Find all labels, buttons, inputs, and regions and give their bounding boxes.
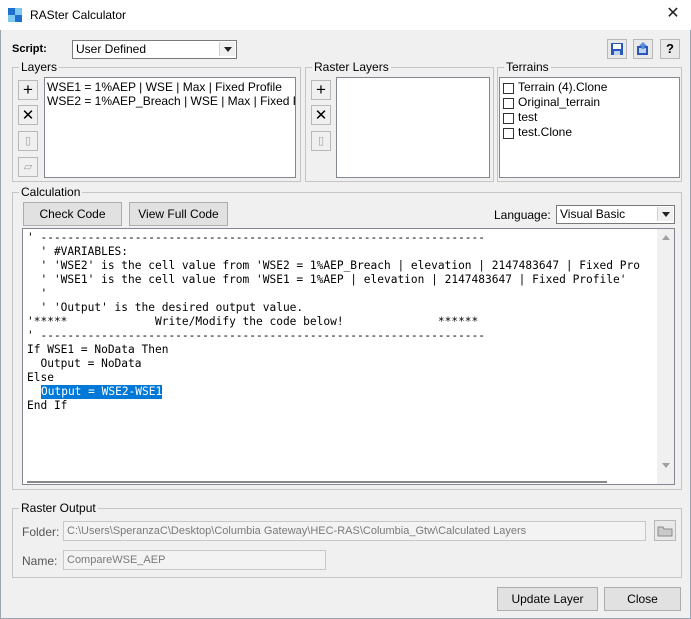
script-label: Script:: [12, 43, 47, 55]
terrain-checkbox[interactable]: [503, 83, 514, 94]
update-layer-button[interactable]: Update Layer: [497, 587, 598, 611]
code-horizontal-scrollbar[interactable]: [27, 481, 607, 483]
name-label: Name:: [22, 554, 58, 568]
save-icon: [611, 43, 623, 55]
browse-folder-button[interactable]: [654, 520, 676, 541]
raster-properties-button[interactable]: ▯: [311, 131, 331, 151]
code-vertical-scrollbar[interactable]: [657, 229, 674, 484]
name-field-value: CompareWSE_AEP: [67, 554, 166, 566]
remove-layer-button[interactable]: ✕: [18, 105, 38, 125]
name-field[interactable]: CompareWSE_AEP: [63, 550, 326, 570]
language-label: Language:: [494, 208, 551, 222]
close-button[interactable]: Close: [604, 587, 681, 611]
terrain-item: test.Clone: [518, 125, 573, 139]
code-line: ' --------------------------------------…: [27, 231, 486, 244]
code-line: ' 'WSE1' is the cell value from 'WSE1 = …: [27, 273, 627, 286]
folder-label: Folder:: [22, 525, 60, 539]
terrain-item: test: [518, 110, 538, 124]
code-line: ': [27, 287, 48, 300]
x-icon: ✕: [314, 107, 328, 124]
script-select-value: User Defined: [76, 42, 147, 56]
scroll-up-icon: [662, 235, 670, 240]
code-line: '***** Write/Modify the code below! ****…: [27, 315, 479, 328]
raster-app-icon: [8, 8, 22, 22]
window-title: RASter Calculator: [30, 8, 127, 22]
raster-layers-list[interactable]: [336, 77, 490, 178]
code-line: ' 'WSE2' is the cell value from 'WSE2 = …: [27, 259, 640, 272]
document-icon: ▯: [24, 135, 32, 147]
folder-field[interactable]: C:\Users\SperanzaC\Desktop\Columbia Gate…: [63, 521, 646, 541]
code-line: ' 'Output' is the desired output value.: [27, 301, 304, 314]
window-close-icon[interactable]: ✕: [663, 4, 683, 24]
terrain-checkbox[interactable]: [503, 113, 514, 124]
code-line-selected: Output = WSE2-WSE1: [41, 385, 163, 399]
document-icon: ▯: [317, 135, 325, 147]
code-line: Else: [27, 371, 54, 384]
help-button[interactable]: ?: [660, 39, 680, 59]
terrain-item: Original_terrain: [518, 95, 601, 109]
raster-output-group-title: Raster Output: [19, 501, 98, 515]
chevron-down-icon: [219, 42, 235, 56]
code-line: If WSE1 = NoData Then: [27, 343, 169, 356]
code-line: ' #VARIABLES:: [27, 245, 129, 258]
script-select[interactable]: User Defined: [72, 40, 237, 59]
folder-field-value: C:\Users\SperanzaC\Desktop\Columbia Gate…: [67, 525, 527, 537]
layer-item[interactable]: WSE1 = 1%AEP | WSE | Max | Fixed Profile: [47, 80, 282, 94]
code-line: Output = NoData: [27, 357, 142, 370]
layers-list[interactable]: WSE1 = 1%AEP | WSE | Max | Fixed Profile…: [44, 77, 296, 178]
plus-icon: +: [316, 80, 326, 99]
folder-icon: [657, 526, 673, 537]
code-line: End If: [27, 399, 68, 412]
layer-item[interactable]: WSE2 = 1%AEP_Breach | WSE | Max | Fixed …: [47, 94, 295, 108]
terrain-item: Terrain (4).Clone: [518, 80, 608, 94]
layers-group-title: Layers: [19, 60, 60, 74]
save-button[interactable]: [607, 39, 627, 59]
view-full-code-button[interactable]: View Full Code: [129, 202, 228, 226]
add-layer-button[interactable]: +: [18, 80, 38, 100]
terrain-checkbox[interactable]: [503, 128, 514, 139]
code-line: ' --------------------------------------…: [27, 329, 486, 342]
open-button[interactable]: [633, 39, 653, 59]
layer-edit-button[interactable]: ▱: [18, 157, 38, 177]
raster-layers-group-title: Raster Layers: [312, 60, 391, 74]
language-select-value: Visual Basic: [560, 207, 626, 221]
scroll-down-icon: [662, 463, 670, 468]
edit-document-icon: ▱: [23, 161, 33, 173]
terrain-checkbox[interactable]: [503, 98, 514, 109]
check-code-button[interactable]: Check Code: [23, 202, 122, 226]
calculation-group-title: Calculation: [19, 185, 83, 199]
open-icon: [637, 42, 648, 55]
language-select[interactable]: Visual Basic: [556, 205, 675, 224]
plus-icon: +: [23, 80, 33, 99]
add-raster-button[interactable]: +: [311, 80, 331, 100]
terrains-list: Terrain (4).Clone Original_terrain test …: [499, 77, 680, 178]
remove-raster-button[interactable]: ✕: [311, 105, 331, 125]
code-editor[interactable]: ' --------------------------------------…: [22, 228, 675, 485]
layer-properties-button[interactable]: ▯: [18, 131, 38, 151]
title-bar: RASter Calculator ✕: [0, 0, 691, 30]
x-icon: ✕: [21, 107, 35, 124]
chevron-down-icon: [657, 207, 673, 221]
terrains-group-title: Terrains: [504, 60, 551, 74]
